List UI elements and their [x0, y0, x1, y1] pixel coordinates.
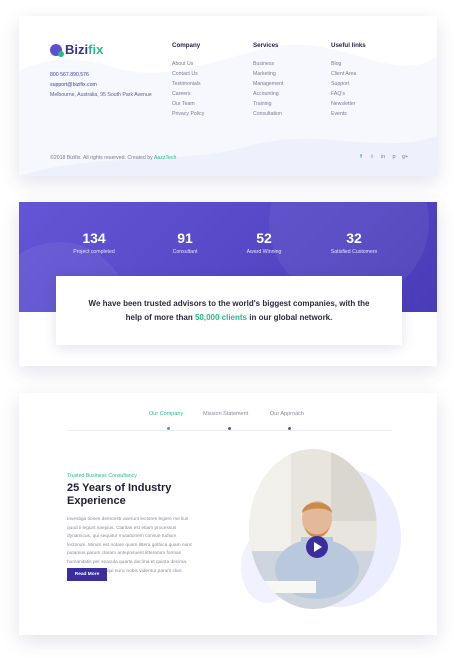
logo-text-primary: Bizi — [65, 42, 89, 57]
contact-address: Melbourne, Australia, 95 South Park Aven… — [50, 92, 152, 98]
stat-label: Consultant — [172, 249, 198, 255]
footer-link-our-team[interactable]: Our Team — [172, 99, 204, 109]
footer-column-useful-links: Useful links Blog Client Area Support FA… — [331, 42, 366, 119]
tab-mission-statement[interactable]: Mission Statement — [203, 411, 248, 417]
footer-link-faqs[interactable]: FAQ's — [331, 89, 366, 99]
copyright-label: ©2018 Bizifix. All rights reserved. Crea… — [50, 155, 154, 161]
trust-highlight: 50,000 clients — [194, 312, 248, 322]
footer-link-careers[interactable]: Careers — [172, 89, 204, 99]
brand-logo[interactable]: Bizi fix — [50, 42, 103, 57]
tab-indicator — [228, 427, 231, 430]
stat-label: Satisfied Customers — [330, 249, 378, 255]
footer-link-blog[interactable]: Blog — [331, 59, 366, 69]
footer-link-about-us[interactable]: About Us — [172, 59, 204, 69]
section-headline: 25 Years of Industry Experience — [67, 482, 172, 507]
read-more-button[interactable]: Read More — [67, 568, 107, 581]
stat-value: 52 — [256, 230, 272, 246]
pinterest-icon[interactable]: p — [391, 154, 397, 160]
logo-icon — [50, 43, 64, 57]
footer-link-privacy-policy[interactable]: Privacy Policy — [172, 109, 204, 119]
stat-label: Project completed — [73, 249, 115, 255]
copyright-text: ©2018 Bizifix. All rights reserved. Crea… — [50, 155, 176, 161]
twitter-icon[interactable]: t — [369, 154, 375, 160]
footer-card: Bizi fix 800 567.890.576 support@bizifix… — [19, 16, 437, 176]
footer-column-title: Company — [172, 42, 201, 49]
contact-email[interactable]: support@bizifix.com — [50, 80, 152, 90]
footer-link-marketing[interactable]: Marketing — [253, 69, 283, 79]
trust-statement-box: We have been trusted advisors to the wor… — [56, 276, 402, 345]
social-links: f t in p g+ — [358, 154, 408, 160]
footer-link-contact-us[interactable]: Contact Us — [172, 69, 204, 79]
footer-column-company: Company About Us Contact Us Testimonials… — [172, 42, 204, 119]
footer-link-business[interactable]: Business — [253, 59, 283, 69]
footer-column-services: Services Business Marketing Management A… — [253, 42, 283, 119]
trust-statement: We have been trusted advisors to the wor… — [80, 297, 378, 325]
tab-indicator-active — [167, 427, 170, 430]
tab-our-company[interactable]: Our Company — [149, 411, 183, 417]
tab-indicator — [288, 427, 291, 430]
footer-link-accounting[interactable]: Accounting — [253, 89, 283, 99]
about-media — [241, 449, 401, 609]
logo-text-accent: fix — [88, 42, 104, 57]
about-card: Our Company Mission Statement Our Approa… — [19, 393, 437, 635]
contact-info: 800 567.890.576 support@bizifix.com Melb… — [50, 70, 152, 100]
linkedin-icon[interactable]: in — [380, 154, 386, 160]
copyright-author-link[interactable]: AazzTech — [154, 155, 177, 161]
stat-consultant: 91 Consultant — [145, 230, 225, 255]
footer-link-training[interactable]: Training — [253, 99, 283, 109]
contact-phone[interactable]: 800 567.890.576 — [50, 70, 152, 80]
footer-link-client-area[interactable]: Client Area — [331, 69, 366, 79]
facebook-icon[interactable]: f — [358, 154, 364, 160]
stat-label: Award Winning — [246, 249, 282, 255]
footer-link-newsletter[interactable]: Newsletter — [331, 99, 366, 109]
footer-column-title: Useful links — [331, 42, 366, 49]
section-eyebrow: Trusted Business Consultancy — [67, 473, 137, 479]
footer-link-testimonials[interactable]: Testimonials — [172, 79, 204, 89]
stat-award-winning: 52 Award Winning — [224, 230, 304, 255]
footer-link-management[interactable]: Management — [253, 79, 283, 89]
stat-value: 91 — [177, 230, 193, 246]
stat-satisfied-customers: 32 Satisfied Customers — [314, 230, 394, 255]
footer-link-support[interactable]: Support — [331, 79, 366, 89]
footer-link-consultation[interactable]: Consultation — [253, 109, 283, 119]
stat-value: 32 — [346, 230, 362, 246]
stats-card: 134 Project completed 91 Consultant 52 A… — [19, 202, 437, 366]
stat-projects-completed: 134 Project completed — [54, 230, 134, 255]
tab-our-approach[interactable]: Our Approach — [270, 411, 304, 417]
stat-value: 134 — [82, 230, 106, 246]
trust-text-after: in our global network. — [247, 312, 333, 322]
footer-link-events[interactable]: Events — [331, 109, 366, 119]
google-plus-icon[interactable]: g+ — [402, 154, 408, 160]
footer-column-title: Services — [253, 42, 279, 49]
